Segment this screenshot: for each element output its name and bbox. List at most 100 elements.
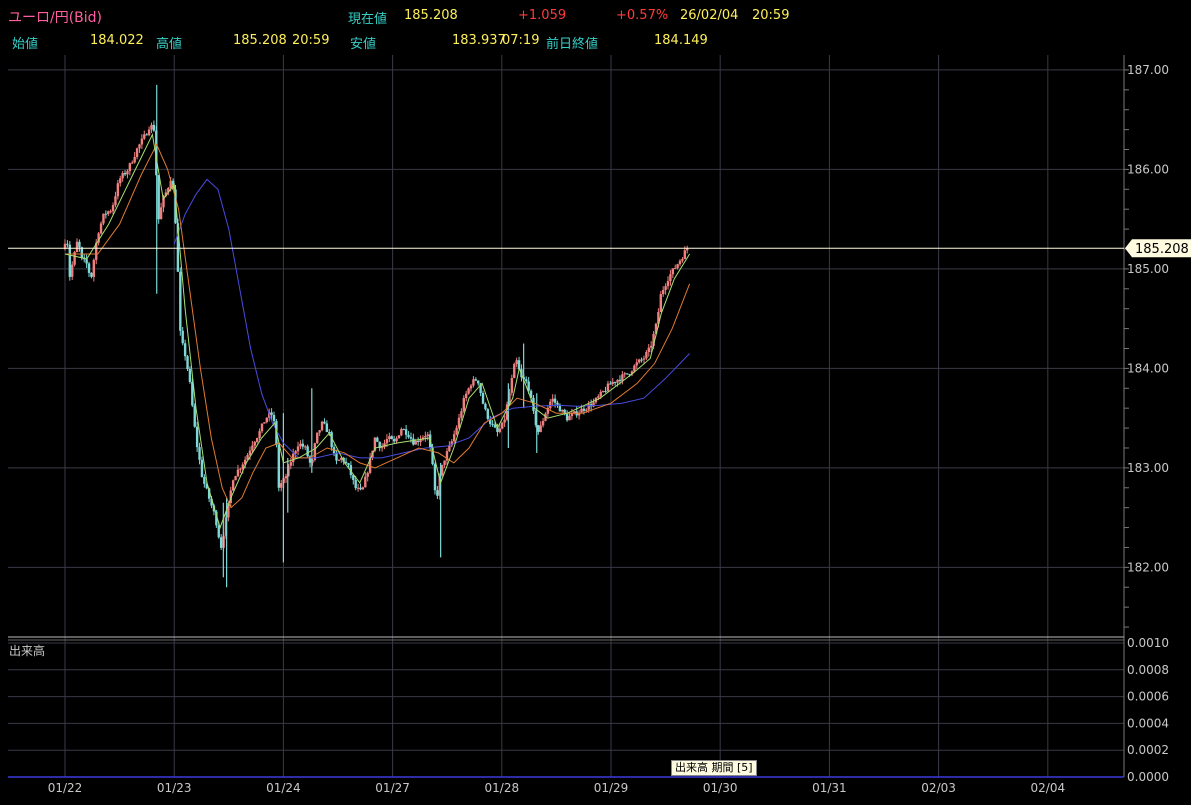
candle-body (448, 445, 451, 452)
candle-body (356, 487, 360, 489)
candle-body (409, 437, 413, 439)
candle-body (501, 422, 504, 429)
candle-body (635, 362, 638, 366)
candle-body (135, 148, 139, 158)
candle-body (140, 138, 144, 145)
current-price-label: 185.208 (1135, 242, 1189, 257)
candle-body (385, 439, 389, 444)
candle-body (316, 432, 319, 444)
candle-body (347, 463, 350, 466)
candles (63, 84, 689, 588)
candle-body (325, 423, 329, 433)
candle-body (364, 476, 367, 488)
candle-body (570, 413, 574, 417)
candle-body (472, 379, 475, 386)
candle-body (580, 408, 583, 413)
candle-body (611, 381, 614, 384)
candle-body (78, 241, 81, 248)
candle-body (104, 213, 108, 215)
candle-body (604, 391, 607, 393)
candle-body (539, 425, 542, 432)
candle-body (251, 445, 254, 451)
candle-body (219, 537, 223, 548)
volume-tick-label: 0.0008 (1127, 663, 1169, 677)
candle-body (85, 259, 88, 264)
candle-body (561, 409, 564, 412)
candle-body (486, 409, 490, 419)
candle-body (467, 388, 470, 394)
candle-body (400, 429, 403, 436)
candle-body (455, 427, 458, 435)
candle-body (260, 423, 264, 432)
candle-body (642, 358, 646, 360)
volume-tick-label: 0.0000 (1127, 770, 1169, 784)
candle-body (145, 134, 148, 136)
candle-body (121, 173, 124, 179)
candle-body (465, 393, 468, 399)
candle-body (80, 247, 84, 258)
candle-body (294, 451, 297, 454)
candle-body (599, 391, 602, 397)
candle-body (412, 438, 415, 445)
volume-panel-label: 出来高 (9, 644, 46, 658)
candle-body (565, 414, 569, 421)
candle-body (299, 443, 302, 447)
candle-body (301, 443, 305, 447)
volume-tick-label: 0.0004 (1127, 716, 1169, 730)
price-tick-label: 187.00 (1127, 63, 1169, 77)
candle-body (258, 431, 261, 439)
candle-body (433, 464, 437, 491)
candle-body (666, 281, 670, 287)
candle-body (623, 373, 626, 375)
candle-body (181, 330, 184, 344)
candle-body (616, 379, 619, 383)
candle-body (323, 421, 326, 424)
candle-body (179, 271, 182, 331)
candle-body (195, 426, 199, 448)
candle-body (157, 175, 160, 220)
candle-body (198, 447, 201, 460)
candle-body (92, 259, 96, 277)
candle-body (484, 403, 487, 410)
candle-body (686, 248, 689, 251)
axes: 187.00 186.00 185.00 184.00 183.00 182.00 01/2… (8, 55, 1191, 795)
candle-body (661, 290, 665, 295)
candle-body (272, 415, 276, 422)
date-tick-label: 01/23 (157, 781, 192, 795)
candle-body (270, 412, 273, 416)
candle-body (637, 359, 641, 363)
candle-body (255, 438, 259, 442)
candle-body (128, 163, 132, 172)
date-tick-label: 01/31 (812, 781, 847, 795)
candle-body (503, 419, 506, 423)
candle-body (537, 425, 540, 432)
candle-body (683, 250, 687, 259)
candle-body (659, 294, 662, 313)
candle-body (200, 459, 204, 477)
date-tick-label: 02/04 (1031, 781, 1066, 795)
date-tick-label: 01/27 (375, 781, 410, 795)
volume-tick-label: 0.0002 (1127, 743, 1169, 757)
candle-body (280, 483, 283, 488)
candle-body (236, 469, 240, 477)
candle-body (296, 446, 300, 452)
price-chart[interactable]: 187.00 186.00 185.00 184.00 183.00 182.00 01/2… (0, 0, 1191, 805)
volume-tick-label: 0.0006 (1127, 690, 1169, 704)
candle-body (424, 436, 427, 438)
candle-body (366, 472, 369, 477)
candle-body (147, 129, 151, 136)
candle-body (597, 396, 600, 398)
candle-body (138, 144, 141, 149)
candle-body (344, 461, 348, 464)
candle-body (71, 264, 74, 277)
candle-body (68, 244, 72, 277)
candle-body (87, 263, 91, 273)
candle-body (361, 487, 365, 490)
candle-body (633, 365, 636, 372)
candle-body (116, 183, 120, 197)
candle-body (606, 383, 610, 392)
candle-body (359, 487, 362, 490)
date-tick-label: 02/03 (921, 781, 956, 795)
candle-body (102, 213, 105, 224)
candle-body (354, 479, 357, 489)
